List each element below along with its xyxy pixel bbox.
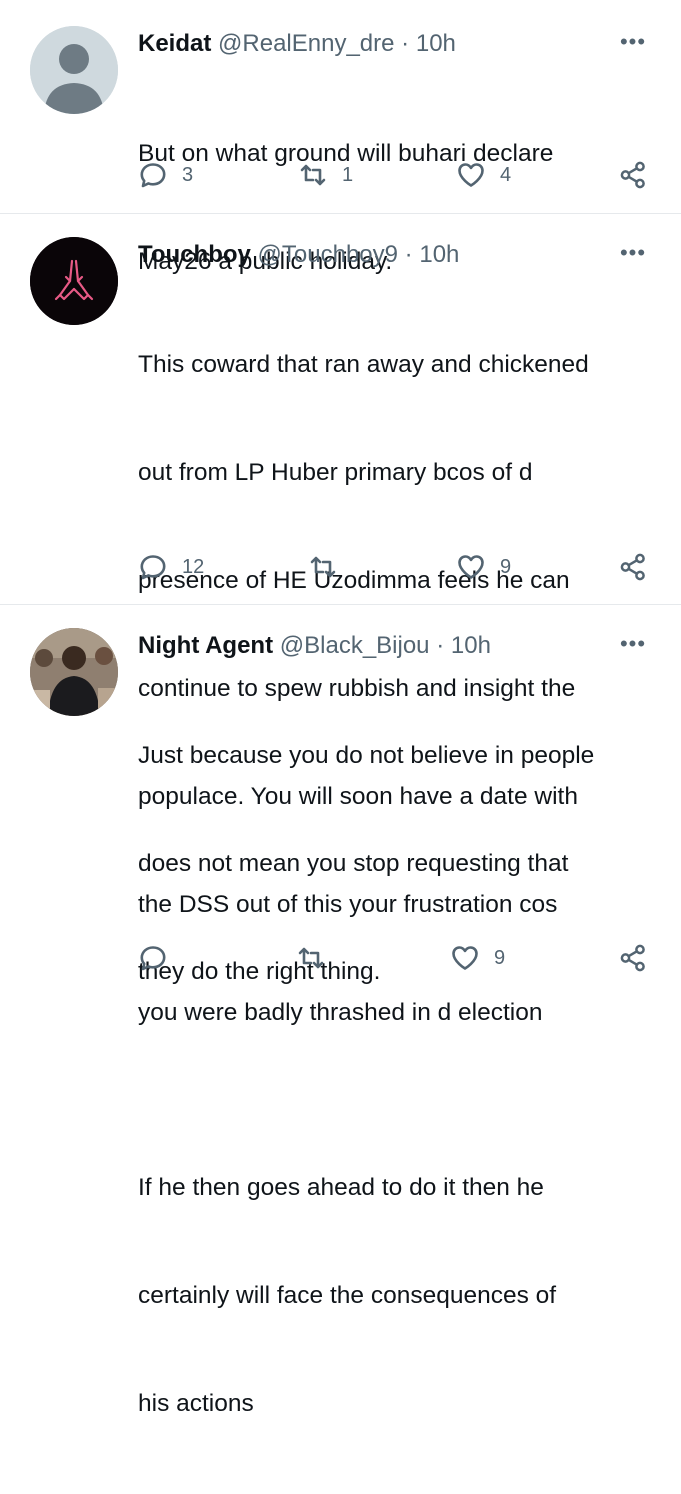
tweet-line: Just because you do not believe in peopl…: [138, 742, 595, 769]
share-button[interactable]: [618, 158, 648, 192]
divider: [0, 213, 681, 214]
tweet-actions: 3 1 4: [138, 158, 658, 192]
heart-icon: [458, 163, 484, 187]
more-options-icon[interactable]: •••: [615, 241, 651, 265]
tweet-text: Just because you do not believe in peopl…: [138, 666, 658, 1494]
retweet-icon: [310, 556, 336, 578]
like-button[interactable]: 9: [456, 550, 511, 584]
default-avatar-icon: [30, 26, 118, 114]
heart-icon: [458, 555, 484, 579]
retweet-icon: [298, 947, 324, 969]
tweet-header: Night Agent @Black_Bijou · 10h: [138, 628, 621, 664]
share-icon: [620, 553, 645, 581]
like-count: 9: [500, 555, 512, 578]
display-name[interactable]: Touchboy: [138, 241, 251, 268]
reply-icon: [140, 163, 166, 188]
retweet-icon: [300, 164, 326, 186]
separator: ·: [401, 30, 410, 57]
tweet-line: his actions: [138, 1390, 254, 1417]
timestamp[interactable]: 10h: [451, 632, 491, 659]
retweet-count: 1: [342, 163, 354, 186]
separator: ·: [436, 632, 445, 659]
tweet-actions: 12 9: [138, 550, 658, 584]
retweet-button[interactable]: [296, 941, 340, 975]
tweet-line: If he then goes ahead to do it then he: [138, 1174, 544, 1201]
tweet-line: [138, 1062, 658, 1098]
reply-icon: [140, 946, 166, 971]
user-photo-icon: [30, 628, 118, 716]
heart-icon: [452, 946, 478, 970]
like-button[interactable]: 9: [450, 941, 505, 975]
display-name[interactable]: Night Agent: [138, 632, 273, 659]
display-name[interactable]: Keidat: [138, 30, 211, 57]
tweet-line: out from LP Huber primary bcos of d: [138, 459, 533, 486]
reply-button[interactable]: 3: [138, 158, 193, 192]
retweet-button[interactable]: 1: [298, 158, 353, 192]
tweet-line: does not mean you stop requesting that: [138, 850, 569, 877]
reply-button[interactable]: [138, 941, 182, 975]
user-handle[interactable]: @Touchboy9: [258, 241, 398, 268]
user-handle[interactable]: @Black_Bijou: [280, 632, 430, 659]
divider: [0, 604, 681, 605]
avatar[interactable]: [30, 628, 118, 716]
tweet-actions: 9: [138, 941, 658, 975]
like-button[interactable]: 4: [456, 158, 511, 192]
user-handle[interactable]: @RealEnny_dre: [218, 30, 394, 57]
share-icon: [620, 161, 645, 189]
tweet-line: This coward that ran away and chickened: [138, 351, 589, 378]
reply-icon: [140, 555, 166, 580]
retweet-button[interactable]: [308, 550, 352, 584]
share-icon: [620, 944, 645, 972]
reply-count: 12: [182, 555, 205, 578]
tweet-header: Touchboy @Touchboy9 · 10h: [138, 237, 621, 273]
like-count: 9: [494, 946, 506, 969]
like-count: 4: [500, 163, 512, 186]
share-button[interactable]: [618, 550, 648, 584]
tweet-header: Keidat @RealEnny_dre · 10h: [138, 26, 621, 62]
praying-hands-icon: [30, 237, 118, 325]
timestamp[interactable]: 10h: [419, 241, 459, 268]
more-options-icon[interactable]: •••: [615, 632, 651, 656]
timestamp[interactable]: 10h: [416, 30, 456, 57]
reply-button[interactable]: 12: [138, 550, 204, 584]
tweet-line: certainly will face the consequences of: [138, 1282, 557, 1309]
share-button[interactable]: [618, 941, 648, 975]
avatar[interactable]: [30, 237, 118, 325]
avatar[interactable]: [30, 26, 118, 114]
separator: ·: [404, 241, 413, 268]
reply-count: 3: [182, 163, 194, 186]
more-options-icon[interactable]: •••: [615, 30, 651, 54]
